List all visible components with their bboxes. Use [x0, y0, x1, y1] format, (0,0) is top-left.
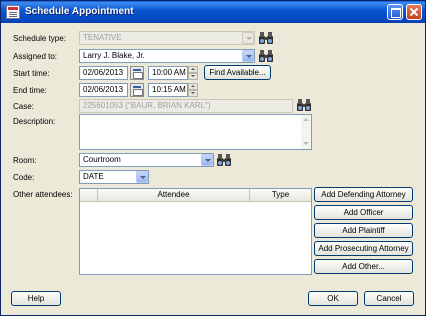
add-other-button[interactable]: Add Other...	[314, 259, 413, 274]
attendees-table[interactable]: Attendee Type	[79, 188, 312, 275]
case-input: 225601053 ("BAUR, BRIAN KARL")	[79, 99, 293, 113]
binoculars-icon[interactable]	[258, 49, 274, 63]
chevron-down-icon[interactable]	[136, 171, 148, 183]
app-icon	[6, 5, 20, 19]
binoculars-icon[interactable]	[296, 98, 312, 112]
calendar-icon[interactable]	[130, 66, 144, 80]
chevron-down-icon[interactable]	[201, 154, 213, 166]
table-header-attendee[interactable]: Attendee	[98, 189, 250, 202]
start-time-label: Start time:	[13, 69, 50, 78]
table-header-select	[80, 189, 98, 202]
start-date-input[interactable]: 02/06/2013	[79, 66, 128, 80]
room-select[interactable]: Courtroom	[79, 153, 214, 167]
case-label: Case:	[13, 102, 34, 111]
room-label: Room:	[13, 156, 37, 165]
add-officer-button[interactable]: Add Officer	[314, 205, 413, 220]
end-date-input[interactable]: 02/06/2013	[79, 83, 128, 97]
chevron-down-icon	[242, 32, 254, 44]
maximize-button[interactable]	[387, 4, 403, 20]
chevron-down-icon[interactable]	[242, 50, 254, 62]
end-time-spinner[interactable]	[188, 83, 198, 97]
description-label: Description:	[13, 117, 56, 126]
find-available-button[interactable]: Find Available...	[204, 65, 271, 80]
assigned-to-select[interactable]: Larry J. Blake, Jr.	[79, 49, 255, 63]
end-time-input[interactable]: 10:15 AM	[148, 83, 188, 97]
calendar-icon[interactable]	[130, 83, 144, 97]
ok-button[interactable]: OK	[308, 291, 358, 306]
description-textarea[interactable]	[79, 114, 312, 150]
title-bar[interactable]: Schedule Appointment	[1, 1, 425, 23]
schedule-type-label: Schedule type:	[13, 34, 66, 43]
window-title: Schedule Appointment	[25, 6, 134, 17]
add-prosecuting-attorney-button[interactable]: Add Prosecuting Attorney	[314, 241, 413, 256]
cancel-button[interactable]: Cancel	[364, 291, 414, 306]
start-time-spinner[interactable]	[188, 66, 198, 80]
schedule-type-select: TENATIVE	[79, 31, 255, 45]
other-attendees-label: Other attendees:	[13, 190, 73, 199]
table-header-type[interactable]: Type	[250, 189, 311, 202]
schedule-appointment-window: Schedule Appointment Schedule type: TENA…	[0, 0, 426, 316]
add-plaintiff-button[interactable]: Add Plaintiff	[314, 223, 413, 238]
end-time-label: End time:	[13, 86, 47, 95]
start-time-input[interactable]: 10:00 AM	[148, 66, 188, 80]
close-button[interactable]	[406, 4, 422, 20]
add-defending-attorney-button[interactable]: Add Defending Attorney	[314, 187, 413, 202]
binoculars-icon[interactable]	[258, 31, 274, 45]
help-button[interactable]: Help	[11, 291, 61, 306]
description-scrollbar[interactable]	[301, 115, 311, 149]
binoculars-icon[interactable]	[216, 153, 232, 167]
assigned-to-label: Assigned to:	[13, 52, 58, 61]
code-label: Code:	[13, 173, 35, 182]
